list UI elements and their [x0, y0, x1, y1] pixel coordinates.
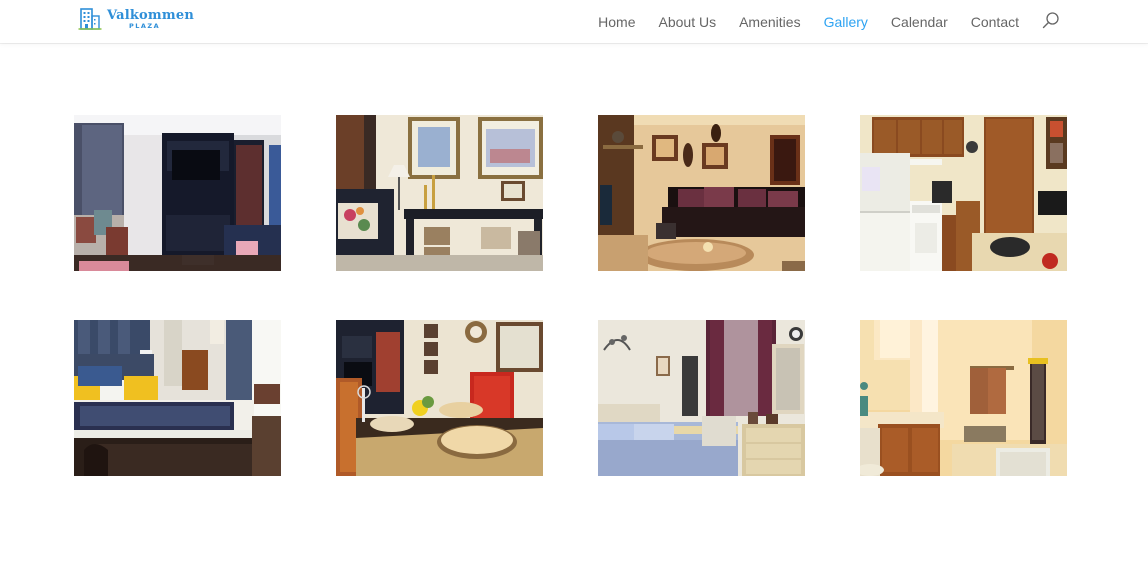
- gallery-image-bathroom[interactable]: [860, 320, 1067, 476]
- nav-calendar[interactable]: Calendar: [891, 14, 948, 30]
- logo-text: Valkommen PLAZA: [107, 9, 194, 30]
- photo-bedroom-blue: [74, 320, 281, 476]
- photo-dining-table: [336, 320, 543, 476]
- logo-subtitle: PLAZA: [129, 21, 161, 30]
- photo-kitchen: [860, 115, 1067, 271]
- nav-amenities[interactable]: Amenities: [739, 14, 800, 30]
- gallery-image-bedroom-dresser[interactable]: [598, 320, 805, 476]
- gallery-image-living-room-entertainment[interactable]: [74, 115, 281, 271]
- gallery-image-dining-table[interactable]: [336, 320, 543, 476]
- logo-name: Valkommen: [107, 7, 194, 23]
- nav-contact[interactable]: Contact: [971, 14, 1019, 30]
- gallery-image-kitchen[interactable]: [860, 115, 1067, 271]
- photo-leather-sofa: [598, 115, 805, 271]
- gallery-image-leather-sofa[interactable]: [598, 115, 805, 271]
- photo-bedroom-dresser: [598, 320, 805, 476]
- gallery-image-bedroom-blue[interactable]: [74, 320, 281, 476]
- photo-bathroom: [860, 320, 1067, 476]
- nav-gallery[interactable]: Gallery: [824, 14, 868, 30]
- photo-gallery: [74, 115, 1068, 476]
- site-logo[interactable]: Valkommen PLAZA: [78, 7, 194, 31]
- photo-console-table: [336, 115, 543, 271]
- gallery-image-console-table[interactable]: [336, 115, 543, 271]
- photo-living-room-entertainment: [74, 115, 281, 271]
- building-icon: [78, 8, 102, 30]
- site-header: Valkommen PLAZA Home About Us Amenities …: [0, 0, 1148, 43]
- main-nav: Home About Us Amenities Gallery Calendar…: [575, 0, 1060, 43]
- nav-home[interactable]: Home: [598, 14, 635, 30]
- nav-about-us[interactable]: About Us: [659, 14, 717, 30]
- search-icon[interactable]: [1042, 11, 1060, 29]
